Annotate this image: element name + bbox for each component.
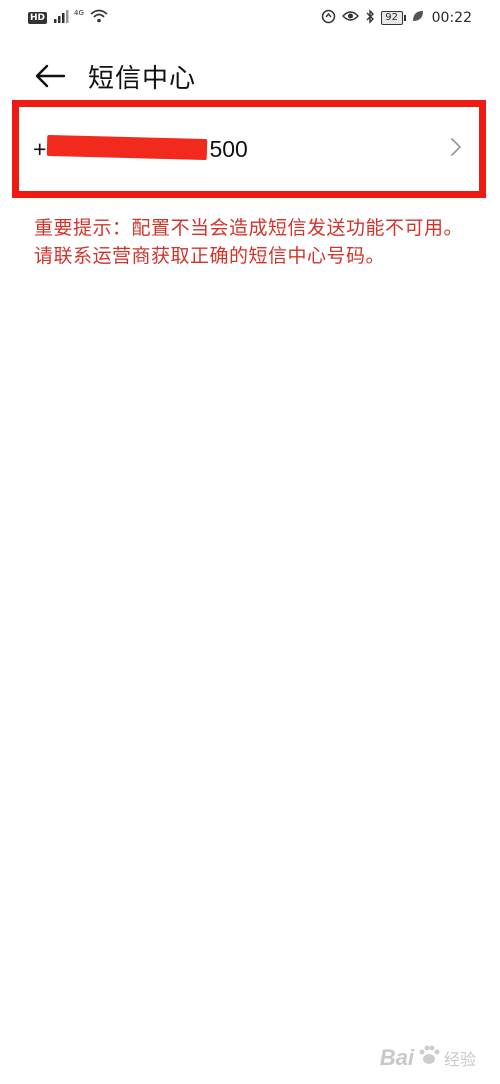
signal-icon — [53, 9, 71, 27]
status-bar: HD 4G 92 00:22 — [0, 0, 500, 36]
watermark-brand: Bai — [379, 1045, 414, 1070]
app-header: 短信中心 — [0, 48, 500, 104]
wifi-icon — [90, 9, 108, 27]
warning-text: 重要提示：配置不当会造成短信发送功能不可用。请联系运营商获取正确的短信中心号码。 — [34, 217, 464, 267]
status-left: HD 4G — [28, 9, 108, 27]
back-button[interactable] — [30, 56, 70, 96]
page-title: 短信中心 — [88, 63, 197, 94]
leaf-icon — [412, 10, 424, 26]
status-right: 92 00:22 — [321, 8, 472, 28]
hd-badge: HD — [28, 12, 48, 24]
bluetooth-icon — [365, 8, 375, 28]
paw-icon — [418, 1044, 440, 1072]
highlight-box — [12, 100, 486, 198]
arrow-left-icon — [35, 64, 66, 88]
data-saver-icon — [321, 9, 336, 28]
watermark-sub: 经验 — [443, 1052, 476, 1069]
battery-indicator: 92 — [380, 11, 406, 25]
battery-level: 92 — [380, 11, 403, 25]
watermark: Bai 经验 — [380, 1044, 476, 1072]
clock: 00:22 — [431, 10, 472, 26]
battery-tip — [403, 15, 406, 21]
eye-icon — [341, 10, 359, 26]
network-type: 4G — [74, 9, 84, 17]
